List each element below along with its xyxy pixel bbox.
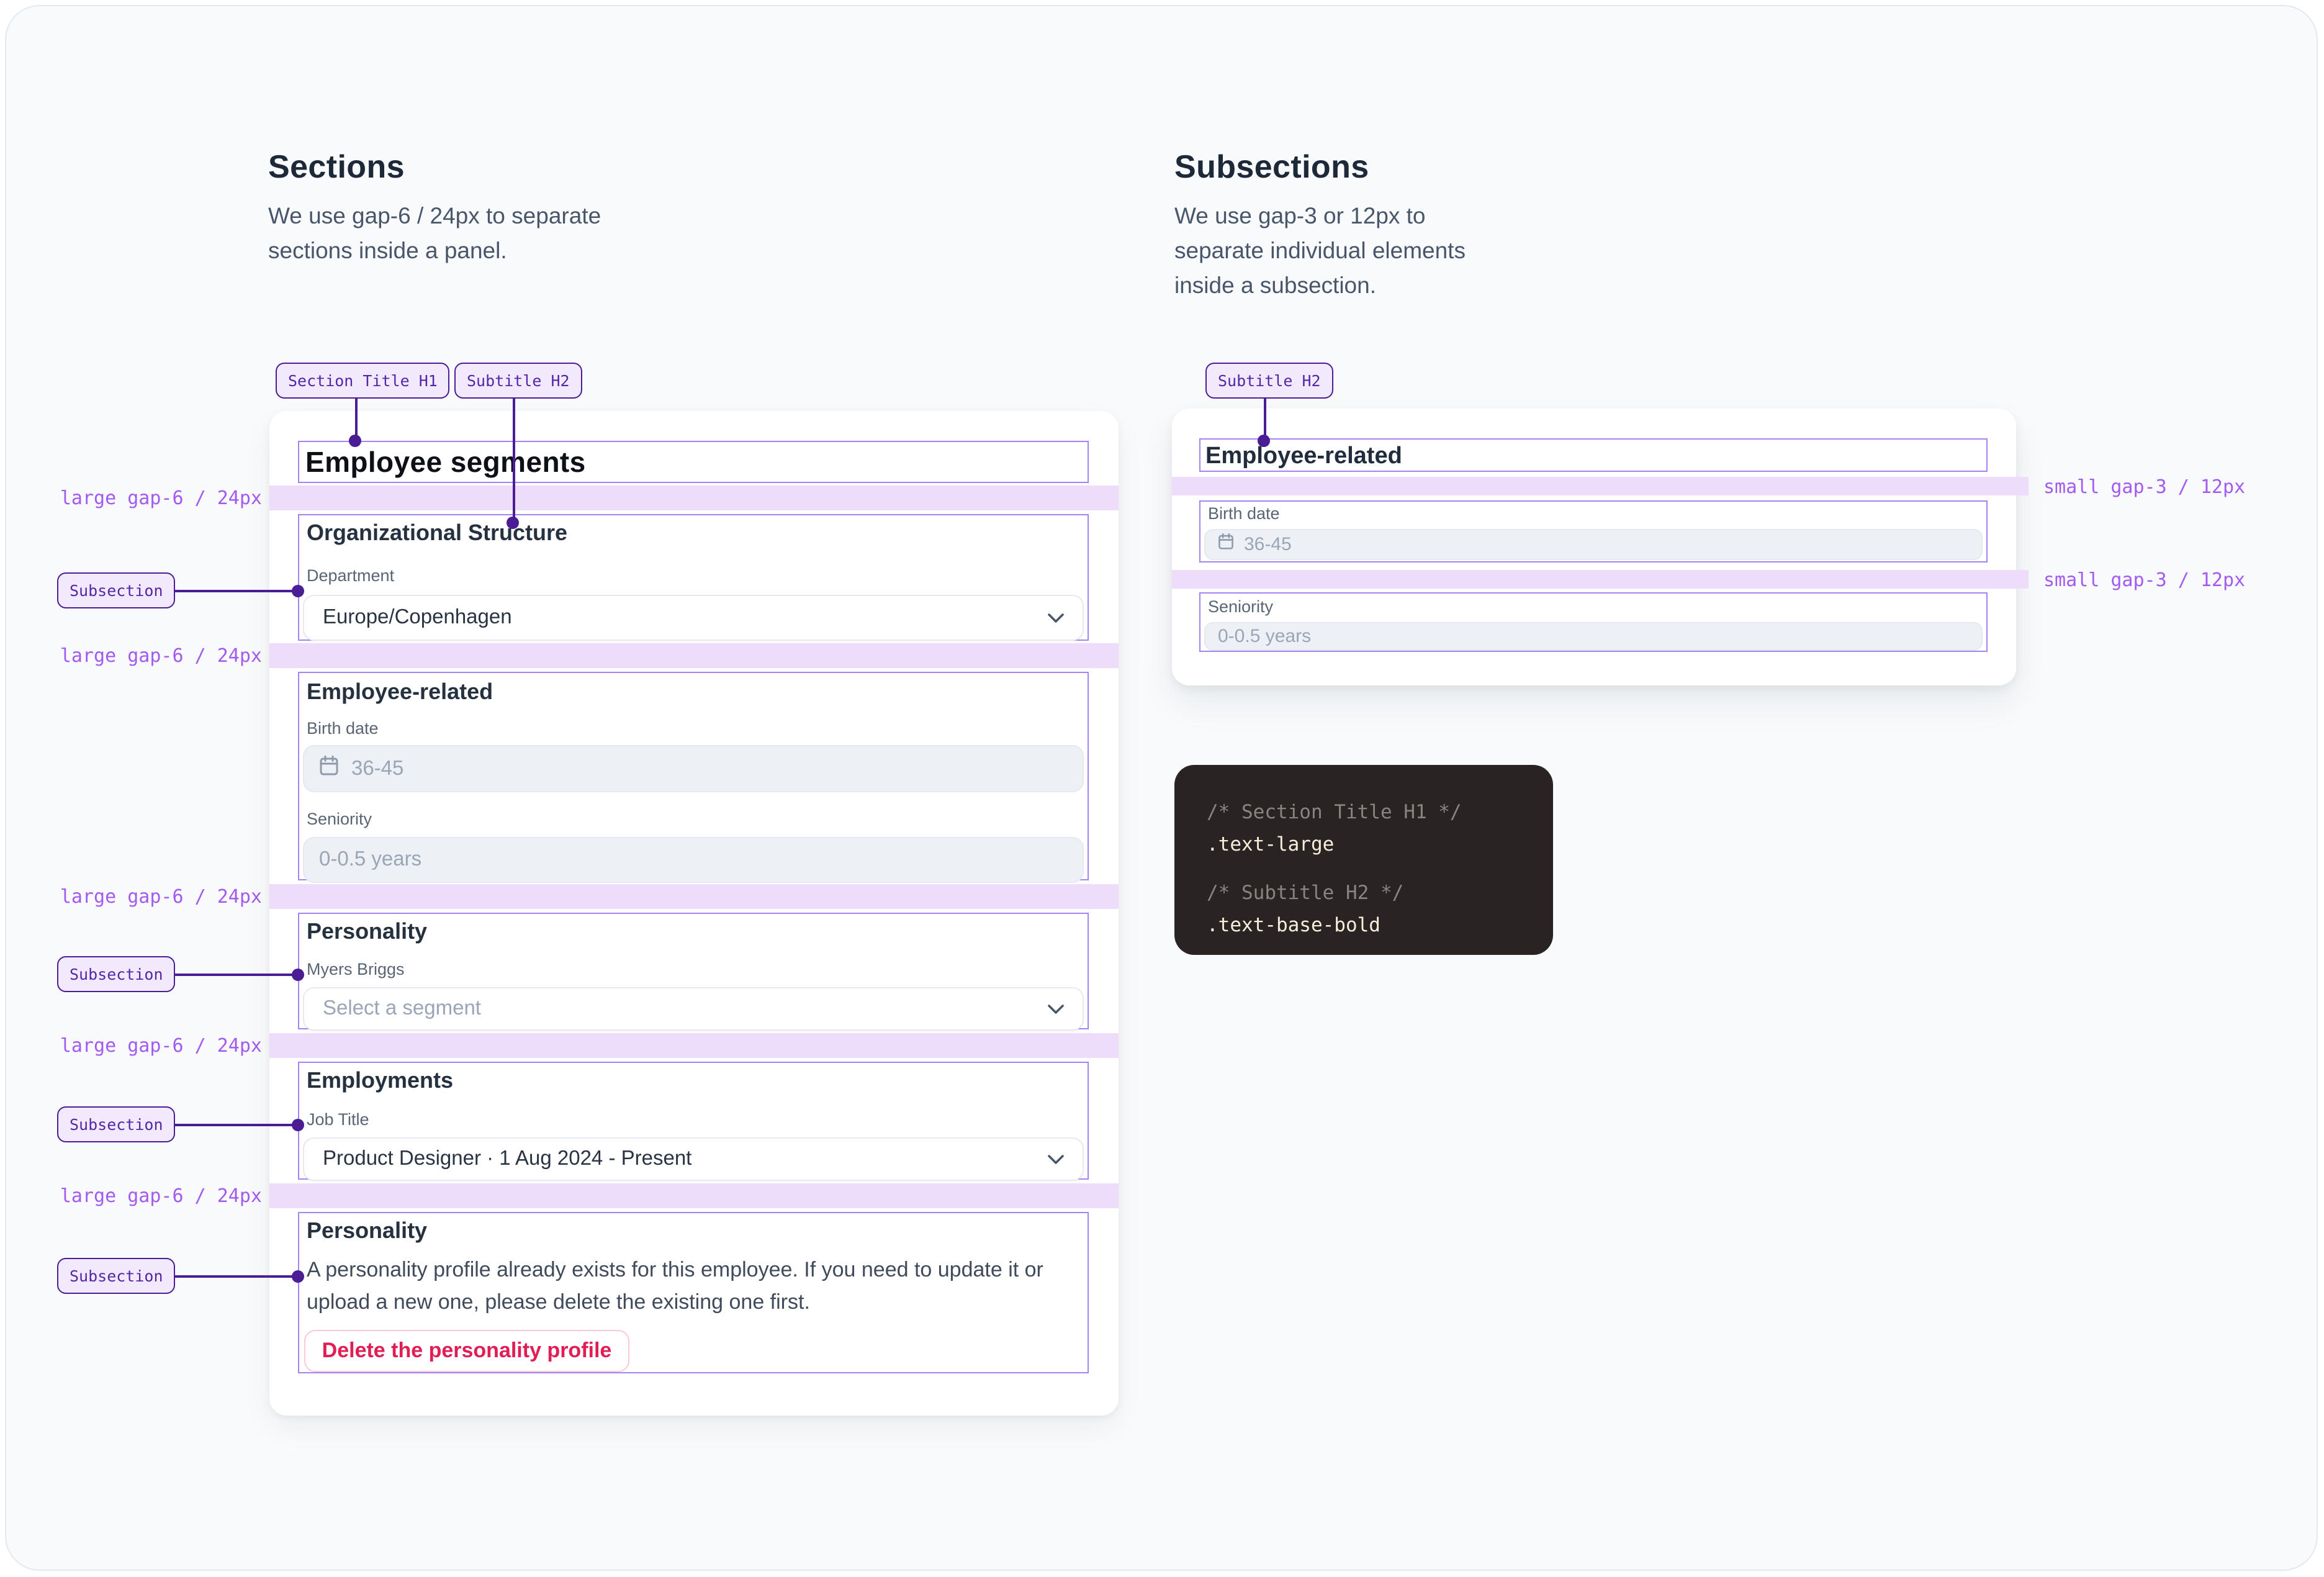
seniority-input[interactable]: 0-0.5 years: [1204, 622, 1983, 651]
section-title-box: Employee segments: [298, 441, 1089, 483]
job-title-label: Job Title: [307, 1110, 1084, 1130]
subtitle-text: Employee-related: [1205, 441, 1986, 472]
connector-dot-subsection-1: [292, 585, 304, 597]
job-title-select[interactable]: Product Designer · 1 Aug 2024 - Present: [303, 1137, 1084, 1181]
connector-dot-section-title: [349, 435, 361, 447]
job-title-value: Product Designer · 1 Aug 2024 - Present: [323, 1147, 691, 1171]
gap-annotation-24-3: large gap-6 / 24px: [50, 885, 262, 908]
sections-heading: Sections: [268, 147, 405, 186]
gap-band-24-5: [269, 1183, 1119, 1208]
connector-dot-subtitle-left: [507, 517, 519, 529]
tag-subtitle-h2-right: Subtitle H2: [1205, 363, 1333, 399]
chevron-down-icon: [1048, 1148, 1064, 1170]
seniority-placeholder: 0-0.5 years: [319, 848, 421, 872]
gap-annotation-12-1: small gap-3 / 12px: [2043, 476, 2245, 498]
element-seniority: Seniority 0-0.5 years: [1199, 592, 1988, 652]
spec-sheet: Sections We use gap-6 / 24px to separate…: [0, 0, 2324, 1577]
subsection-tag-2: Subsection: [57, 956, 176, 992]
subsection-tag-3: Subsection: [57, 1106, 176, 1142]
connector-dot-subsection-4: [292, 1270, 304, 1283]
subsections-description: We use gap-3 or 12px to separate individ…: [1174, 199, 1512, 303]
code-class-text-large: .text-large: [1207, 828, 1553, 861]
seniority-placeholder: 0-0.5 years: [1218, 626, 1311, 647]
gap-band-24-4: [269, 1033, 1119, 1058]
birth-date-label: Birth date: [307, 719, 1084, 739]
department-select[interactable]: Europe/Copenhagen: [303, 595, 1084, 641]
calendar-icon: [319, 755, 339, 782]
seniority-label: Seniority: [1208, 597, 1983, 617]
gap-annotation-24-5: large gap-6 / 24px: [50, 1185, 262, 1207]
subsection-title: Employee-related: [307, 678, 1084, 705]
personality-description: A personality profile already exists for…: [307, 1254, 1083, 1317]
delete-personality-button[interactable]: Delete the personality profile: [304, 1330, 629, 1372]
chevron-down-icon: [1048, 607, 1064, 629]
subsections-heading: Subsections: [1174, 147, 1369, 186]
element-birth-date: Birth date 36-45: [1199, 500, 1988, 563]
subsection-title: Personality: [307, 918, 1084, 945]
department-value: Europe/Copenhagen: [323, 606, 512, 630]
section-title: Employee segments: [305, 443, 1088, 482]
segment-placeholder: Select a segment: [323, 997, 481, 1021]
code-class-text-base-bold: .text-base-bold: [1207, 909, 1553, 941]
subsection-organizational-structure: Organizational Structure Department Euro…: [298, 514, 1089, 641]
subsection-tag-1: Subsection: [57, 572, 176, 608]
gap-band-12-1: [1172, 477, 2029, 495]
seniority-label: Seniority: [307, 810, 1084, 829]
gap-band-24-2: [269, 643, 1119, 668]
subsection-title: Personality: [307, 1217, 1084, 1244]
code-block: /* Section Title H1 */ .text-large /* Su…: [1174, 765, 1553, 955]
tag-section-title-h1: Section Title H1: [276, 363, 450, 399]
subsection-personality-delete: Personality A personality profile alread…: [298, 1212, 1089, 1373]
subsection-employments: Employments Job Title Product Designer ·…: [298, 1062, 1089, 1180]
birth-date-label: Birth date: [1208, 504, 1983, 524]
connector-subtitle-left: [513, 399, 515, 522]
gap-band-12-2: [1172, 570, 2029, 589]
birth-date-placeholder: 36-45: [1244, 534, 1292, 555]
birth-date-placeholder: 36-45: [351, 757, 403, 780]
subsection-personality: Personality Myers Briggs Select a segmen…: [298, 913, 1089, 1029]
gap-annotation-24-1: large gap-6 / 24px: [50, 487, 262, 509]
sections-description: We use gap-6 / 24px to separate sections…: [268, 199, 621, 268]
calendar-icon: [1218, 533, 1234, 556]
birth-date-input[interactable]: 36-45: [1204, 529, 1983, 560]
connector-dot-subsection-3: [292, 1119, 304, 1131]
connector-subsection-3: [161, 1124, 298, 1126]
subtitle-box: Employee-related: [1199, 438, 1988, 472]
birth-date-input[interactable]: 36-45: [303, 745, 1084, 792]
code-comment-subtitle: /* Subtitle H2 */: [1207, 877, 1553, 909]
gap-annotation-12-2: small gap-3 / 12px: [2043, 569, 2245, 591]
subsection-tag-4: Subsection: [57, 1258, 176, 1294]
myers-briggs-label: Myers Briggs: [307, 960, 1084, 980]
gap-annotation-24-4: large gap-6 / 24px: [50, 1034, 262, 1057]
subsection-title: Organizational Structure: [307, 519, 1084, 546]
code-comment-section-title: /* Section Title H1 */: [1207, 796, 1553, 828]
connector-subsection-1: [161, 590, 298, 592]
segment-select[interactable]: Select a segment: [303, 987, 1084, 1031]
chevron-down-icon: [1048, 998, 1064, 1020]
gap-annotation-24-2: large gap-6 / 24px: [50, 644, 262, 667]
department-label: Department: [307, 566, 1084, 586]
connector-subsection-2: [161, 974, 298, 976]
connector-dot-subsection-2: [292, 969, 304, 981]
subsection-employee-related: Employee-related Birth date 36-45 Senior…: [298, 672, 1089, 880]
tag-subtitle-h2-left: Subtitle H2: [454, 363, 582, 399]
connector-subsection-4: [161, 1275, 298, 1278]
code-spacer: [1207, 861, 1553, 877]
gap-band-24-3: [269, 884, 1119, 909]
gap-band-24-1: [269, 486, 1119, 510]
subsection-title: Employments: [307, 1067, 1084, 1094]
connector-dot-subtitle-right: [1258, 435, 1270, 447]
seniority-input[interactable]: 0-0.5 years: [303, 837, 1084, 883]
